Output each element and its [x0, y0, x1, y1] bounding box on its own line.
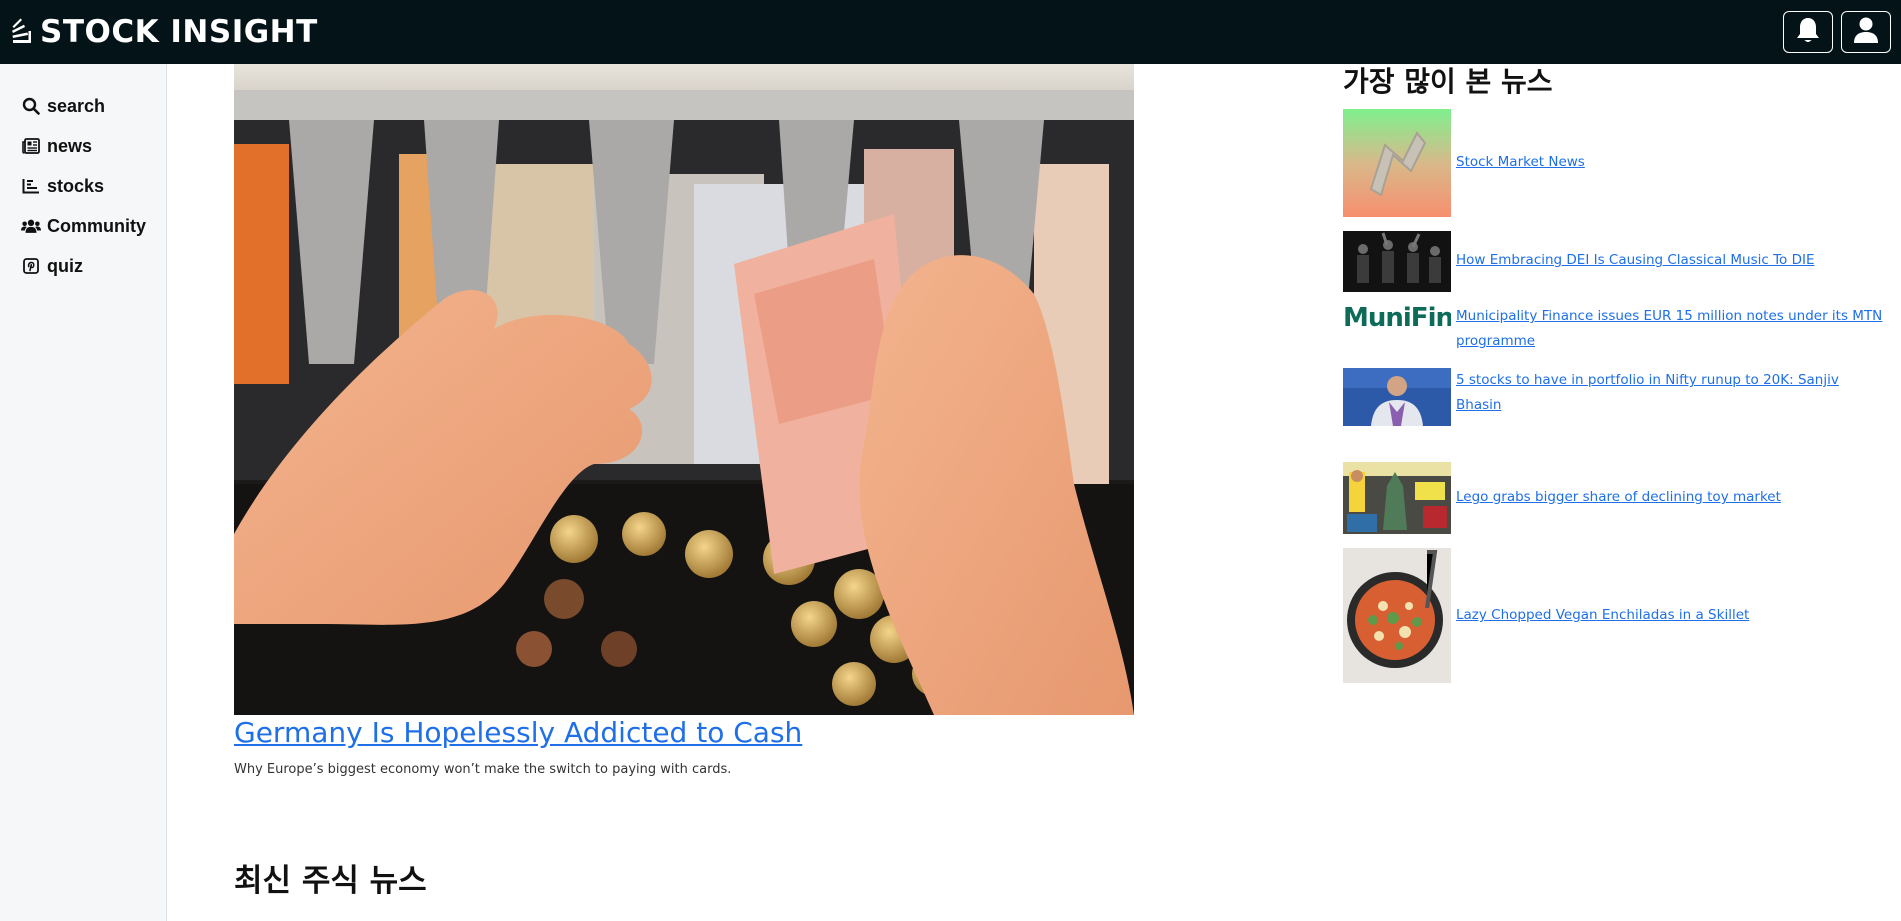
- sidebar-item-label: news: [47, 135, 93, 156]
- brand-name: STOCK INSIGHT: [40, 14, 318, 50]
- user-icon: [1853, 16, 1879, 48]
- users-icon: [21, 216, 41, 236]
- layers-icon: [10, 18, 34, 46]
- brand-logo[interactable]: STOCK INSIGHT: [10, 14, 318, 50]
- popular-news-title: 가장 많이 본 뉴스: [1343, 65, 1553, 98]
- popular-news-item[interactable]: 5 stocks to have in portfolio in Nifty r…: [1343, 368, 1883, 426]
- popular-news-item[interactable]: How Embracing DEI Is Causing Classical M…: [1343, 231, 1883, 292]
- news-thumbnail[interactable]: [1343, 368, 1451, 426]
- news-thumbnail[interactable]: [1343, 548, 1451, 683]
- sidebar-item-label: stocks: [47, 175, 105, 196]
- search-icon: [21, 96, 41, 116]
- popular-news-link[interactable]: 5 stocks to have in portfolio in Nifty r…: [1456, 372, 1839, 413]
- featured-article-image[interactable]: [234, 64, 1134, 715]
- featured-article-description: Why Europe’s biggest economy won’t make …: [234, 762, 732, 777]
- top-navbar: STOCK INSIGHT: [0, 0, 1901, 64]
- sidebar-item-label: Community: [47, 215, 146, 236]
- chart-bar-icon: [21, 176, 41, 196]
- sidebar: search news stocks Community quiz: [0, 64, 167, 921]
- pinterest-icon: [21, 256, 41, 276]
- sidebar-item-community[interactable]: Community: [0, 206, 166, 246]
- sidebar-item-stocks[interactable]: stocks: [0, 166, 166, 206]
- sidebar-item-search[interactable]: search: [0, 86, 166, 126]
- popular-news-item[interactable]: MuniFin Municipality Finance issues EUR …: [1343, 304, 1883, 354]
- news-thumbnail[interactable]: [1343, 109, 1451, 217]
- featured-article-title[interactable]: Germany Is Hopelessly Addicted to Cash: [234, 716, 802, 749]
- sidebar-item-label: search: [47, 95, 106, 116]
- bell-icon: [1795, 16, 1821, 48]
- popular-news-link[interactable]: Municipality Finance issues EUR 15 milli…: [1456, 308, 1882, 349]
- munifin-logo[interactable]: MuniFin: [1343, 304, 1451, 331]
- latest-news-card-thumbnail[interactable]: [234, 915, 767, 921]
- sidebar-item-news[interactable]: news: [0, 126, 166, 166]
- latest-news-section-title: 최신 주식 뉴스: [234, 863, 427, 899]
- notifications-button[interactable]: [1783, 11, 1833, 53]
- news-thumbnail[interactable]: [1343, 231, 1451, 292]
- profile-button[interactable]: [1841, 11, 1891, 53]
- sidebar-item-label: quiz: [47, 255, 83, 276]
- news-thumbnail[interactable]: [1343, 462, 1451, 534]
- popular-news-item[interactable]: Stock Market News: [1343, 109, 1883, 217]
- sidebar-item-quiz[interactable]: quiz: [0, 246, 166, 286]
- popular-news-item[interactable]: Lego grabs bigger share of declining toy…: [1343, 462, 1883, 534]
- newspaper-icon: [21, 136, 41, 156]
- popular-news-item[interactable]: Lazy Chopped Vegan Enchiladas in a Skill…: [1343, 548, 1883, 683]
- latest-news-card-thumbnail[interactable]: [789, 915, 1322, 921]
